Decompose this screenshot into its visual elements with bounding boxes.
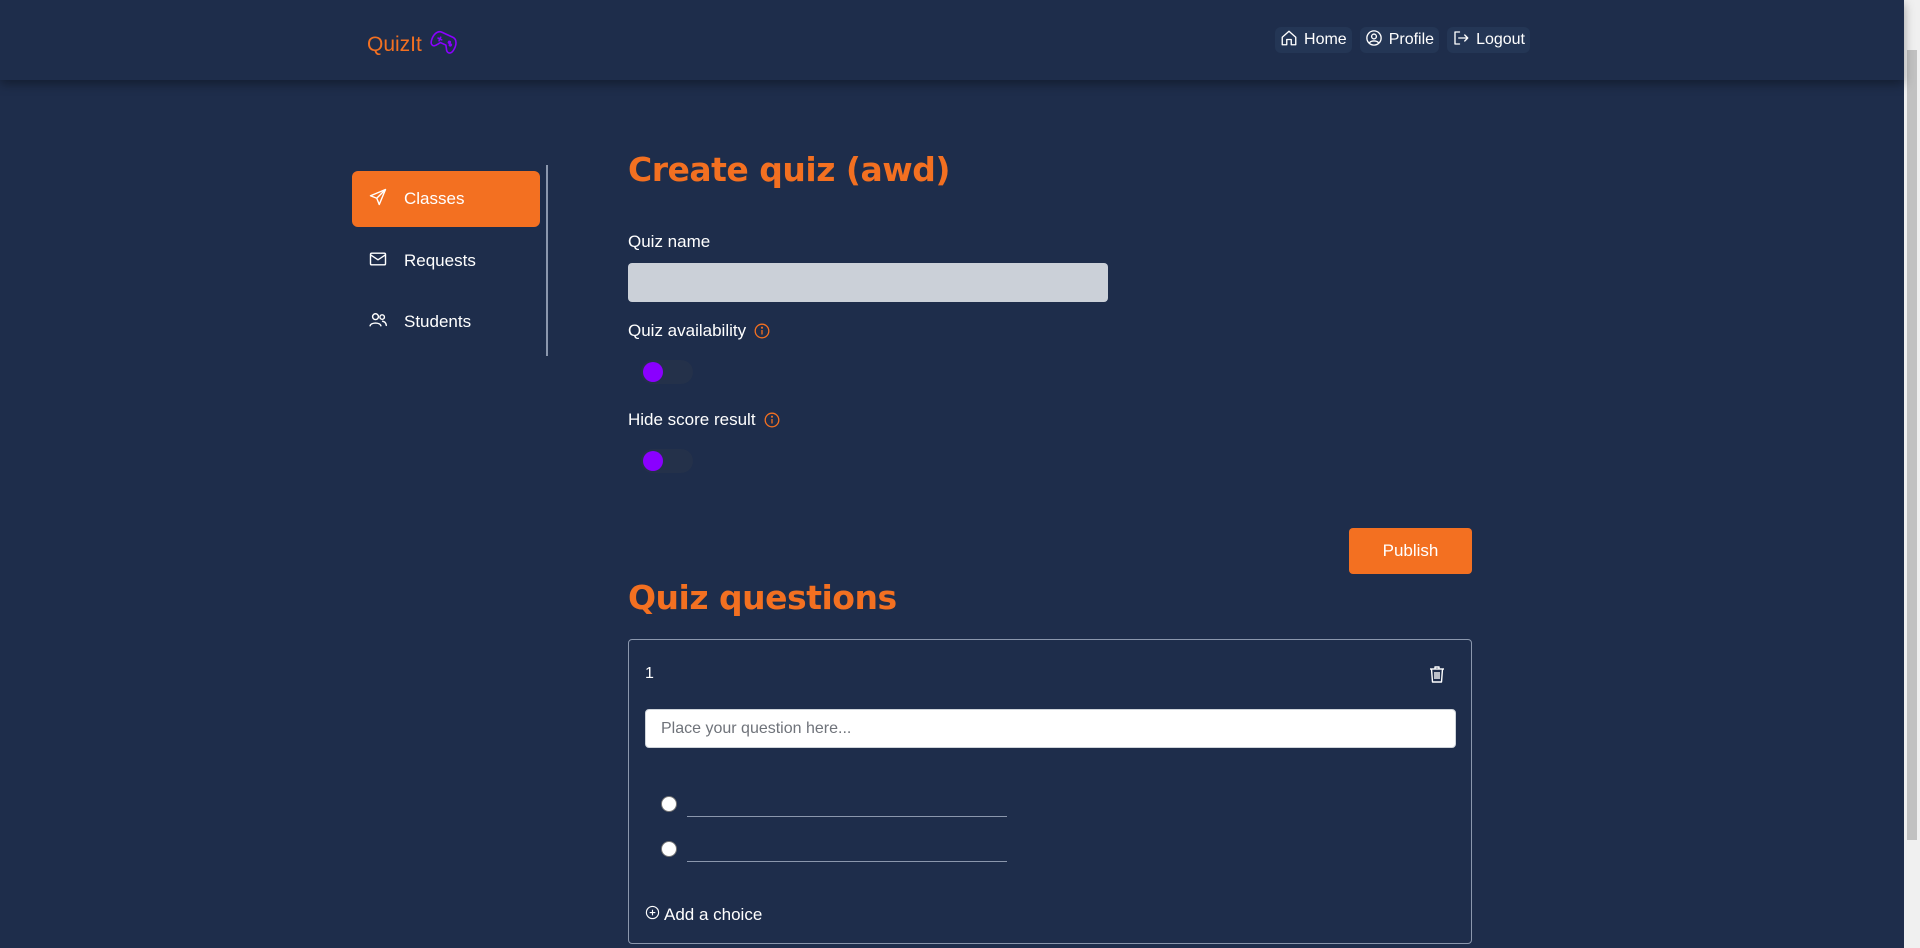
question-number: 1: [645, 665, 654, 682]
add-choice-label: Add a choice: [664, 905, 763, 924]
info-icon[interactable]: [754, 323, 770, 339]
nav-logout[interactable]: Logout: [1447, 27, 1530, 53]
info-icon[interactable]: [764, 412, 780, 428]
toggle-knob: [643, 451, 663, 471]
choice-radio[interactable]: [661, 841, 677, 857]
hide-score-label-text: Hide score result: [628, 410, 756, 429]
plus-circle-icon: [645, 905, 660, 925]
choice-row: [661, 836, 1007, 862]
nav-profile[interactable]: Profile: [1359, 27, 1440, 53]
trash-icon[interactable]: [1427, 664, 1447, 684]
top-navbar: QuizIt Home Profile Logout: [0, 0, 1904, 80]
mail-icon: [368, 249, 388, 274]
publish-button[interactable]: Publish: [1349, 528, 1472, 574]
sidebar: Classes Requests Students: [352, 165, 548, 356]
send-icon: [368, 187, 388, 212]
sidebar-item-label: Classes: [404, 189, 465, 208]
quiz-availability-toggle[interactable]: [641, 360, 693, 384]
nav-home[interactable]: Home: [1275, 27, 1352, 53]
users-icon: [368, 310, 388, 335]
quiz-name-label: Quiz name: [628, 232, 710, 252]
question-input[interactable]: [645, 709, 1456, 748]
hide-score-label: Hide score result: [628, 410, 780, 430]
sidebar-item-label: Students: [404, 312, 472, 331]
questions-heading: Quiz questions: [628, 578, 897, 617]
hide-score-toggle[interactable]: [641, 449, 693, 473]
quiz-name-input[interactable]: [628, 263, 1108, 302]
question-card: 1 Add a choice: [628, 639, 1472, 944]
choice-radio[interactable]: [661, 796, 677, 812]
nav-profile-label: Profile: [1388, 31, 1435, 48]
choice-input[interactable]: [687, 801, 1007, 817]
quiz-availability-label: Quiz availability: [628, 321, 770, 341]
sidebar-item-requests[interactable]: Requests: [352, 233, 540, 289]
logo[interactable]: QuizIt: [367, 26, 460, 64]
sidebar-item-label: Requests: [404, 251, 476, 270]
nav-logout-label: Logout: [1476, 31, 1525, 48]
scrollbar[interactable]: [1904, 0, 1920, 948]
gamepad-icon: [428, 26, 460, 64]
choice-input[interactable]: [687, 846, 1007, 862]
nav-home-label: Home: [1304, 31, 1347, 48]
logout-icon: [1452, 29, 1470, 52]
user-circle-icon: [1365, 29, 1383, 52]
quiz-name-label-text: Quiz name: [628, 232, 711, 251]
toggle-knob: [643, 362, 663, 382]
sidebar-item-students[interactable]: Students: [352, 294, 540, 350]
top-nav: Home Profile Logout: [1275, 27, 1530, 53]
logo-text: QuizIt: [367, 33, 422, 56]
home-icon: [1280, 29, 1298, 52]
page-title: Create quiz (awd): [628, 150, 950, 189]
choice-row: [661, 791, 1007, 817]
sidebar-item-classes[interactable]: Classes: [352, 171, 540, 227]
add-choice-button[interactable]: Add a choice: [645, 905, 762, 925]
scrollbar-thumb[interactable]: [1907, 50, 1917, 840]
quiz-availability-label-text: Quiz availability: [628, 321, 747, 340]
